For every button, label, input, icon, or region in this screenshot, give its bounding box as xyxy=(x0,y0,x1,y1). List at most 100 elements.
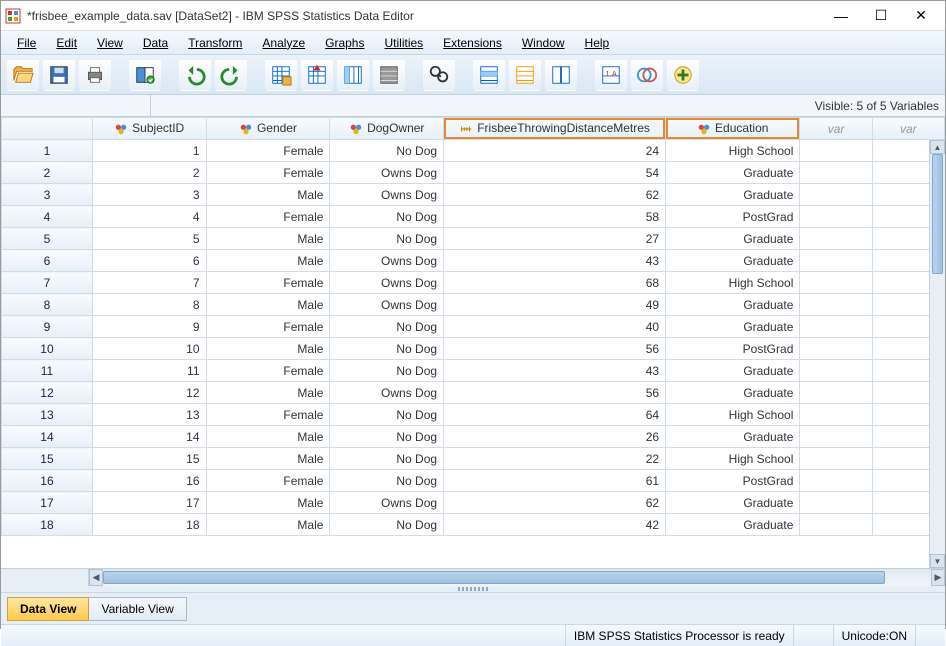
vertical-scrollbar[interactable]: ▲ ▼ xyxy=(929,140,945,568)
cell[interactable]: Graduate xyxy=(666,492,800,514)
cell[interactable]: PostGrad xyxy=(666,338,800,360)
menu-help[interactable]: Help xyxy=(575,34,620,52)
run-descriptives-button[interactable] xyxy=(373,59,405,91)
cell[interactable]: Male xyxy=(206,448,330,470)
row-header[interactable]: 3 xyxy=(2,184,93,206)
redo-button[interactable] xyxy=(215,59,247,91)
col-header-dogowner[interactable]: DogOwner xyxy=(330,118,444,140)
cell[interactable] xyxy=(800,492,872,514)
row-header[interactable]: 8 xyxy=(2,294,93,316)
cell[interactable] xyxy=(800,426,872,448)
split-file-button[interactable] xyxy=(545,59,577,91)
row-header[interactable]: 7 xyxy=(2,272,93,294)
col-header-education[interactable]: Education xyxy=(666,118,800,140)
cell[interactable]: Female xyxy=(206,162,330,184)
cell[interactable]: Male xyxy=(206,426,330,448)
row-header[interactable]: 14 xyxy=(2,426,93,448)
menu-view[interactable]: View xyxy=(87,34,133,52)
menu-analyze[interactable]: Analyze xyxy=(252,34,315,52)
cell[interactable]: 56 xyxy=(444,338,666,360)
cell[interactable]: Male xyxy=(206,338,330,360)
row-header[interactable]: 18 xyxy=(2,514,93,536)
scroll-thumb[interactable] xyxy=(932,154,943,274)
cell[interactable] xyxy=(800,140,872,162)
menu-graphs[interactable]: Graphs xyxy=(315,34,374,52)
cell[interactable]: Female xyxy=(206,272,330,294)
col-header-frisbee[interactable]: FrisbeeThrowingDistanceMetres xyxy=(444,118,666,140)
cell[interactable]: Female xyxy=(206,140,330,162)
cell[interactable]: No Dog xyxy=(330,360,444,382)
scroll-right-icon[interactable]: ▶ xyxy=(931,569,945,586)
horizontal-scrollbar[interactable]: ◀ ▶ xyxy=(1,568,945,586)
cell[interactable]: Graduate xyxy=(666,316,800,338)
cell[interactable]: 27 xyxy=(444,228,666,250)
cell[interactable]: Owns Dog xyxy=(330,250,444,272)
cell-editor[interactable] xyxy=(1,95,151,116)
cell[interactable] xyxy=(800,338,872,360)
variables-button[interactable] xyxy=(337,59,369,91)
row-header[interactable]: 13 xyxy=(2,404,93,426)
cell[interactable]: Male xyxy=(206,184,330,206)
cell[interactable]: No Dog xyxy=(330,338,444,360)
row-header[interactable]: 2 xyxy=(2,162,93,184)
cell[interactable]: 49 xyxy=(444,294,666,316)
cell[interactable]: High School xyxy=(666,140,800,162)
cell[interactable]: High School xyxy=(666,448,800,470)
cell[interactable]: 14 xyxy=(92,426,206,448)
cell[interactable]: 3 xyxy=(92,184,206,206)
col-header-empty[interactable]: var xyxy=(872,118,944,140)
cell[interactable] xyxy=(800,514,872,536)
cell[interactable]: Male xyxy=(206,514,330,536)
cell[interactable]: 2 xyxy=(92,162,206,184)
row-header[interactable]: 10 xyxy=(2,338,93,360)
cell[interactable]: Graduate xyxy=(666,294,800,316)
tab-variable-view[interactable]: Variable View xyxy=(89,597,186,621)
cell[interactable]: 1 xyxy=(92,140,206,162)
cell[interactable]: No Dog xyxy=(330,140,444,162)
cell[interactable]: 22 xyxy=(444,448,666,470)
cell[interactable] xyxy=(800,162,872,184)
cell[interactable]: 7 xyxy=(92,272,206,294)
save-button[interactable] xyxy=(43,59,75,91)
cell[interactable]: 58 xyxy=(444,206,666,228)
cell[interactable]: 8 xyxy=(92,294,206,316)
goto-case-button[interactable] xyxy=(265,59,297,91)
cell[interactable]: Graduate xyxy=(666,426,800,448)
cell[interactable]: 17 xyxy=(92,492,206,514)
cell[interactable]: 10 xyxy=(92,338,206,360)
cell[interactable]: 18 xyxy=(92,514,206,536)
cell[interactable] xyxy=(800,184,872,206)
cell[interactable]: PostGrad xyxy=(666,206,800,228)
cell[interactable]: 43 xyxy=(444,360,666,382)
insert-variable-button[interactable] xyxy=(509,59,541,91)
cell[interactable]: Female xyxy=(206,206,330,228)
cell[interactable]: Graduate xyxy=(666,250,800,272)
cell[interactable]: No Dog xyxy=(330,404,444,426)
cell[interactable]: 4 xyxy=(92,206,206,228)
find-button[interactable] xyxy=(423,59,455,91)
cell[interactable] xyxy=(800,316,872,338)
cell[interactable]: 5 xyxy=(92,228,206,250)
cell[interactable]: Owns Dog xyxy=(330,272,444,294)
row-header[interactable]: 16 xyxy=(2,470,93,492)
cell[interactable]: 42 xyxy=(444,514,666,536)
row-header[interactable]: 4 xyxy=(2,206,93,228)
row-header[interactable]: 15 xyxy=(2,448,93,470)
cell[interactable]: 56 xyxy=(444,382,666,404)
print-button[interactable] xyxy=(79,59,111,91)
cell[interactable]: No Dog xyxy=(330,228,444,250)
undo-button[interactable] xyxy=(179,59,211,91)
cell[interactable]: 11 xyxy=(92,360,206,382)
cell[interactable]: Male xyxy=(206,228,330,250)
cell[interactable]: 62 xyxy=(444,184,666,206)
cell[interactable]: Owns Dog xyxy=(330,184,444,206)
use-sets-button[interactable] xyxy=(631,59,663,91)
scroll-thumb-h[interactable] xyxy=(103,571,885,584)
cell[interactable] xyxy=(800,272,872,294)
cell[interactable]: 9 xyxy=(92,316,206,338)
cell[interactable]: Graduate xyxy=(666,360,800,382)
cell[interactable]: 6 xyxy=(92,250,206,272)
col-header-gender[interactable]: Gender xyxy=(206,118,330,140)
cell[interactable]: No Dog xyxy=(330,316,444,338)
menu-extensions[interactable]: Extensions xyxy=(433,34,512,52)
